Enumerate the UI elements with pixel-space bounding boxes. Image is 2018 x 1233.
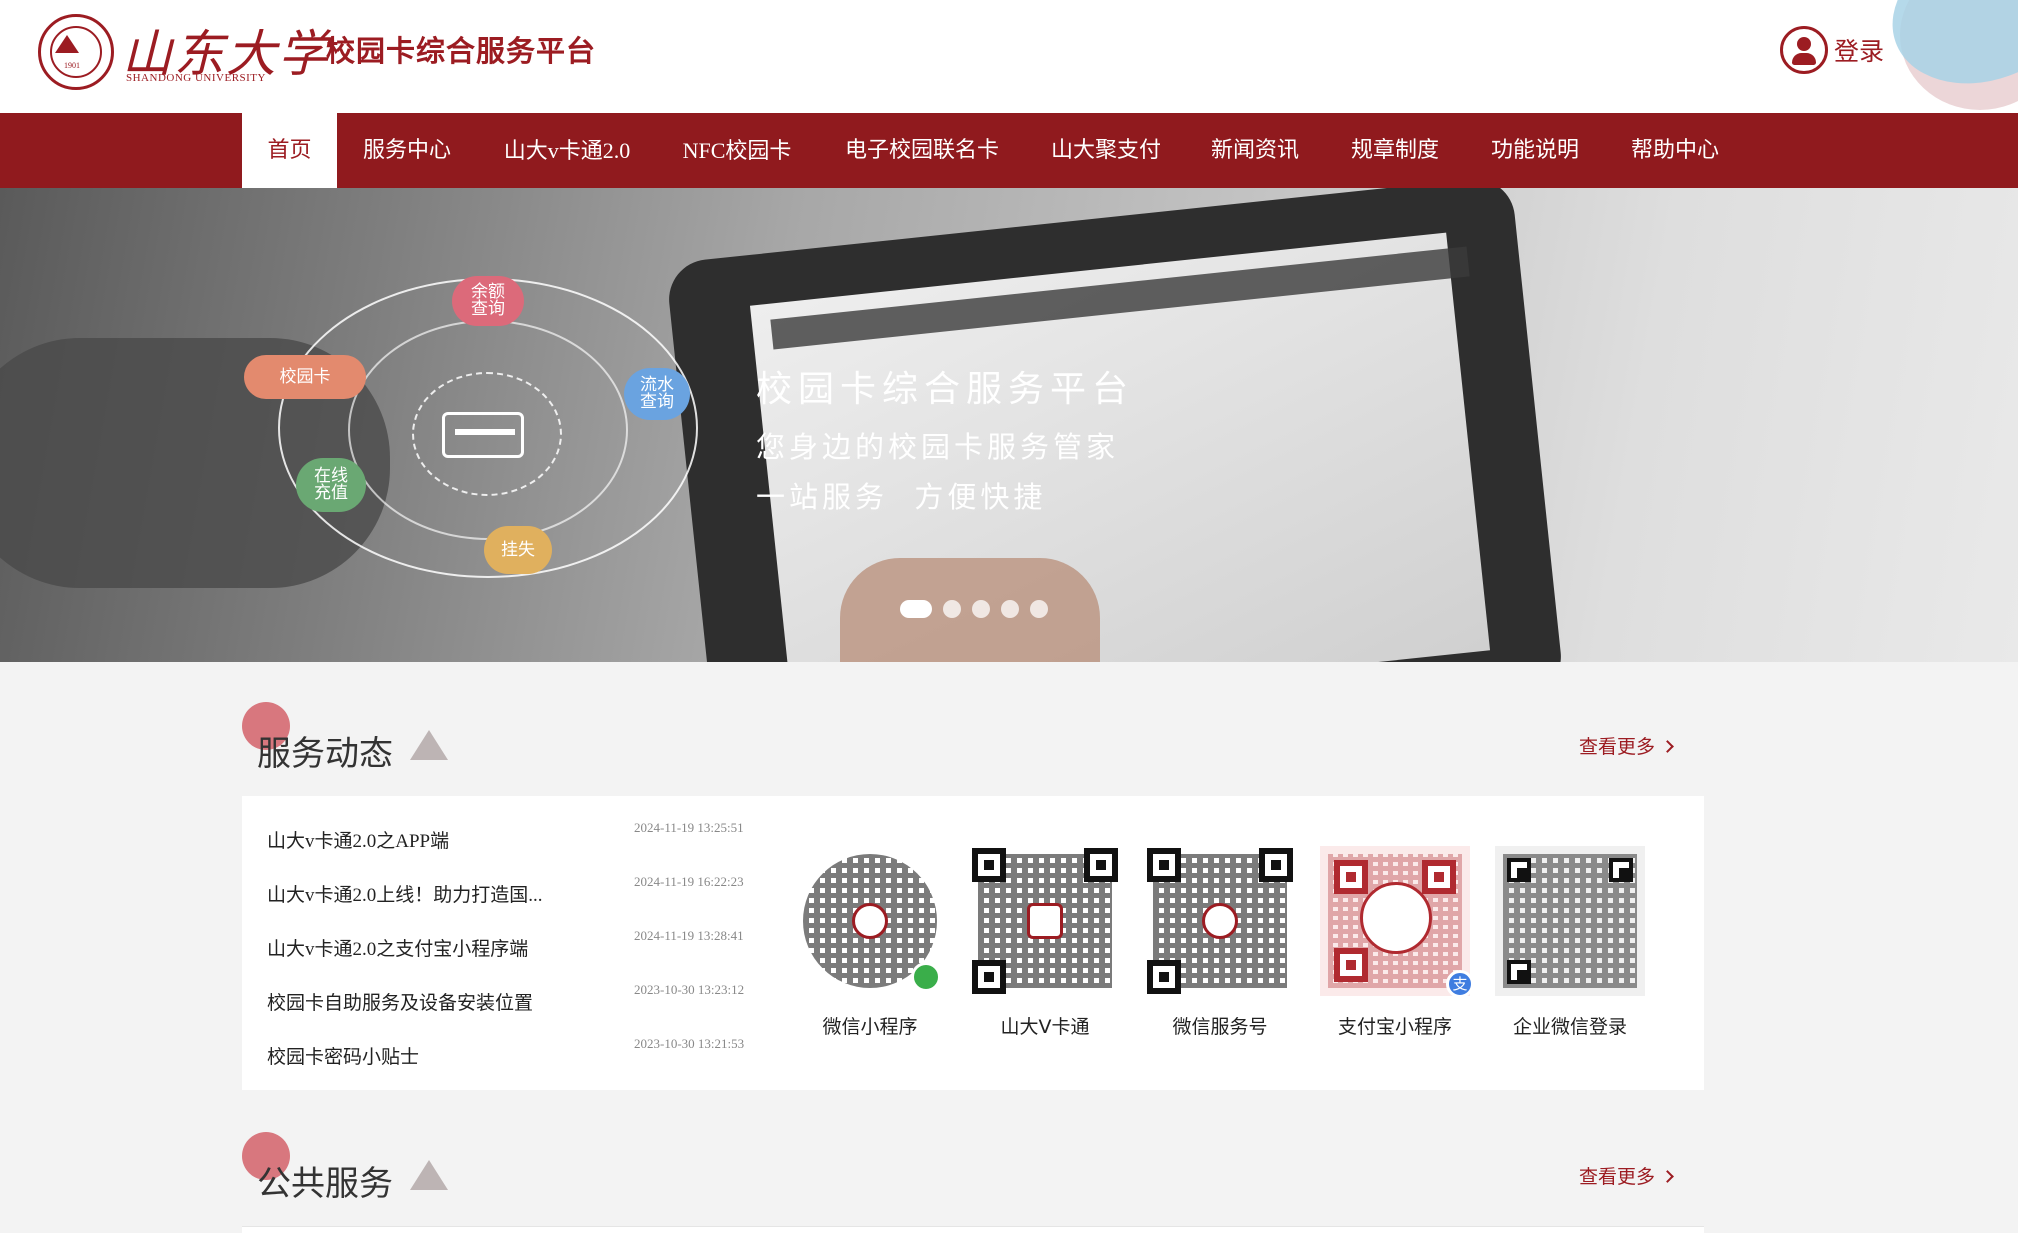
wechat-service-qr-icon [1145, 846, 1295, 996]
campus-card-bubble: 校园卡 [244, 355, 366, 399]
qr-wecom-login: 企业微信登录 [1490, 846, 1650, 1039]
alipay-icon: 支 [1446, 970, 1474, 998]
banner-subtitle: 您身边的校园卡服务管家 [756, 430, 1120, 464]
user-icon [1780, 26, 1828, 74]
public-services-panel [242, 1226, 1704, 1233]
carousel-dot[interactable] [1030, 600, 1048, 618]
wechat-icon [911, 962, 941, 992]
nav-item-vcard[interactable]: 山大v卡通2.0 [477, 113, 657, 188]
flow-query-bubble: 流水 查询 [624, 368, 690, 420]
view-more-link[interactable]: 查看更多 [1579, 1162, 1672, 1189]
report-lost-bubble: 挂失 [484, 526, 552, 574]
qr-wechat-service: 微信服务号 [1140, 846, 1300, 1039]
nav-item-aggregate-pay[interactable]: 山大聚支付 [1027, 113, 1185, 188]
section-title: 服务动态 [257, 734, 393, 774]
view-more-link[interactable]: 查看更多 [1579, 732, 1672, 759]
carousel-dot[interactable] [900, 600, 932, 618]
service-news-header: 服务动态 查看更多 [242, 702, 1672, 774]
nav-item-regulations[interactable]: 规章制度 [1325, 113, 1465, 188]
online-recharge-bubble: 在线 充值 [296, 458, 366, 512]
nav-item-service-center[interactable]: 服务中心 [337, 113, 477, 188]
banner-subtitle: 一站服务 方便快捷 [756, 480, 1047, 514]
nav-item-nfc-card[interactable]: NFC校园卡 [657, 113, 817, 188]
login-label: 登录 [1834, 37, 1885, 66]
triangle-icon [410, 1160, 448, 1190]
nav-item-e-campus-card[interactable]: 电子校园联名卡 [817, 113, 1027, 188]
carousel-dots [900, 600, 1059, 618]
nav-item-home[interactable]: 首页 [242, 113, 337, 188]
triangle-icon [410, 730, 448, 760]
card-icon [442, 412, 524, 458]
public-services-header: 公共服务 查看更多 [242, 1132, 1672, 1204]
university-seal-icon [1360, 882, 1432, 954]
site-header: 1901 山东大学 SHANDONG UNIVERSITY 校园卡综合服务平台 … [0, 0, 2018, 113]
login-button[interactable]: 登录 [1780, 26, 1884, 74]
section-title: 公共服务 [257, 1164, 393, 1204]
nav-item-news[interactable]: 新闻资讯 [1185, 113, 1325, 188]
carousel-dot[interactable] [972, 600, 990, 618]
balance-query-bubble: 余额 查询 [452, 276, 524, 326]
nav-item-help[interactable]: 帮助中心 [1605, 113, 1745, 188]
carousel-dot[interactable] [943, 600, 961, 618]
banner-title: 校园卡综合服务平台 [756, 369, 1135, 410]
university-seal-icon: 1901 [38, 14, 114, 90]
site-title: 校园卡综合服务平台 [326, 34, 597, 68]
qr-alipay-mini-program: 支 支付宝小程序 [1315, 846, 1475, 1039]
qr-wechat-mini-program: 微信小程序 [790, 846, 950, 1039]
alipay-mini-program-qr-icon: 支 [1320, 846, 1474, 998]
wechat-mini-program-qr-icon [795, 846, 945, 996]
vcard-qr-icon [970, 846, 1120, 996]
main-nav: 首页 服务中心 山大v卡通2.0 NFC校园卡 电子校园联名卡 山大聚支付 新闻… [0, 113, 2018, 188]
university-logo-en: SHANDONG UNIVERSITY [126, 72, 266, 84]
qr-vcard: 山大V卡通 [965, 846, 1125, 1039]
nav-item-features[interactable]: 功能说明 [1465, 113, 1605, 188]
carousel-dot[interactable] [1001, 600, 1019, 618]
wecom-login-qr-icon [1495, 846, 1645, 996]
